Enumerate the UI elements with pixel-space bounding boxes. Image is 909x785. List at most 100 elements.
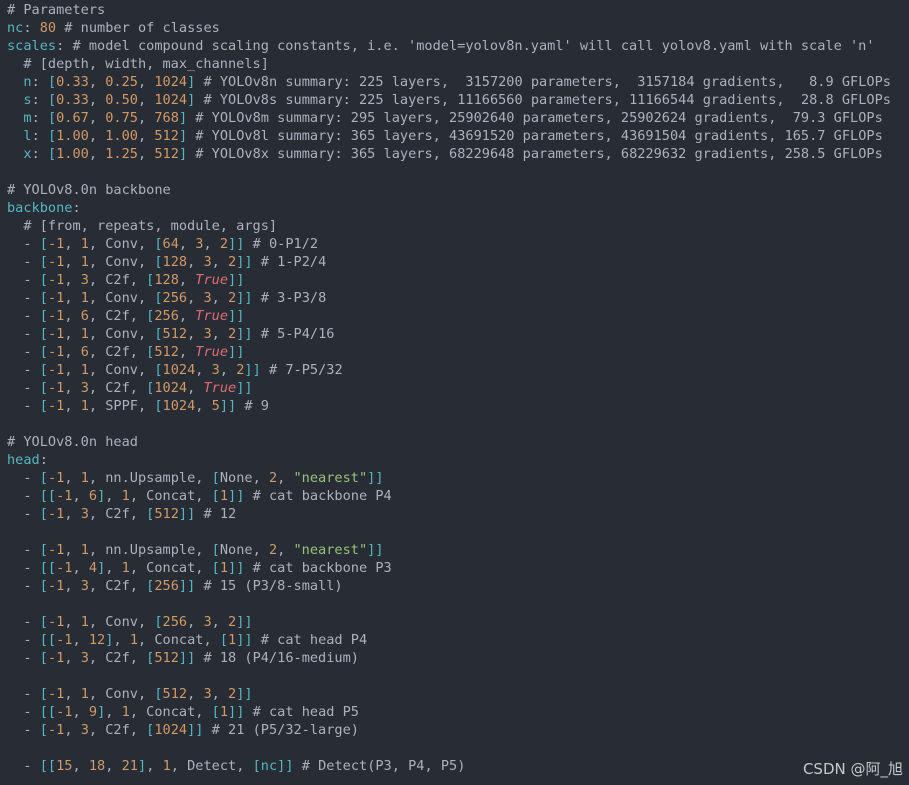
token-comment: # YOLOv8m summary: 295 layers, 25902640 … <box>187 110 883 126</box>
token-key: s <box>7 92 32 108</box>
token-text: : <box>31 128 48 144</box>
token-number: 1.00 <box>105 128 138 144</box>
token-bracket: [ <box>39 470 48 486</box>
code-line: # YOLOv8.0n backbone <box>7 181 891 199</box>
token-number: 15 <box>56 758 73 774</box>
token-text: , Detect, <box>170 758 253 774</box>
token-number: 0.33 <box>56 92 89 108</box>
token-bracket: [ <box>154 398 163 414</box>
token-key: nc <box>7 20 24 36</box>
token-text: , Conv, <box>88 236 155 252</box>
token-text: , C2f, <box>88 344 147 360</box>
token-bracket: ] <box>138 758 147 774</box>
token-bracket: [ <box>39 614 48 630</box>
token-number: 1 <box>80 290 89 306</box>
token-bracket: ]] <box>236 686 253 702</box>
token-comment: # model compound scaling constants, i.e.… <box>64 38 875 54</box>
token-number: 2 <box>268 542 278 558</box>
token-comment: # cat head P5 <box>244 704 359 720</box>
code-line: - [-1, 1, Conv, [512, 3, 2]] # 5-P4/16 <box>7 325 891 343</box>
token-text: , <box>146 758 163 774</box>
token-number: -1 <box>47 344 65 360</box>
token-text: , <box>88 74 106 90</box>
token-number: 1.25 <box>105 146 138 162</box>
token-bracket: [ <box>39 398 48 414</box>
token-key: n <box>7 74 32 90</box>
token-string-literal: "nearest" <box>293 470 368 486</box>
code-line: - [-1, 1, nn.Upsample, [None, 2, "neares… <box>7 469 891 487</box>
token-number: 80 <box>39 20 57 36</box>
token-number: 0.67 <box>56 110 89 126</box>
token-text: , nn.Upsample, <box>88 542 212 558</box>
code-line: - [[-1, 12], 1, Concat, [1]] # cat head … <box>7 631 891 649</box>
token-number: 21 <box>121 758 138 774</box>
token-bracket: ]] <box>236 290 253 306</box>
token-number: -1 <box>47 470 65 486</box>
token-comment: # YOLOv8n summary: 225 layers, 3157200 p… <box>195 74 891 90</box>
token-bracket: [ <box>39 578 48 594</box>
token-comment: # 0-P1/2 <box>244 236 319 252</box>
token-bracket: [ <box>39 650 48 666</box>
token-number: -1 <box>47 290 65 306</box>
token-text: - <box>7 254 40 270</box>
token-number: 256 <box>154 578 179 594</box>
token-text: : <box>31 74 48 90</box>
code-line: m: [0.67, 0.75, 768] # YOLOv8m summary: … <box>7 109 891 127</box>
code-editor[interactable]: # Parameters nc: 80 # number of classes sc… <box>0 0 909 785</box>
token-text: , <box>64 380 81 396</box>
token-bracket: ]] <box>178 650 196 666</box>
token-bracket: ]] <box>228 704 245 720</box>
token-number: 1 <box>121 560 130 576</box>
token-number: 1 <box>80 470 89 486</box>
token-key: m <box>7 110 32 126</box>
token-text: , <box>64 290 81 306</box>
token-comment: # [from, repeats, module, args] <box>7 218 278 234</box>
token-number: 6 <box>88 488 98 504</box>
token-bracket: ]] <box>219 398 237 414</box>
token-comment: # [depth, width, max_channels] <box>7 56 269 72</box>
code-block[interactable]: # Parameters nc: 80 # number of classes sc… <box>7 1 891 775</box>
token-text: , <box>187 686 204 702</box>
token-number: 1024 <box>154 722 188 738</box>
token-text: , <box>277 470 294 486</box>
token-bracket: [[ <box>39 758 57 774</box>
token-bracket: [ <box>39 236 48 252</box>
token-text: , <box>211 326 229 342</box>
token-bracket: [ <box>39 326 48 342</box>
code-line: - [-1, 3, C2f, [512]] # 18 (P4/16-medium… <box>7 649 891 667</box>
token-number: 1 <box>129 632 138 648</box>
token-text: , <box>64 398 81 414</box>
code-line: - [-1, 3, C2f, [1024]] # 21 (P5/32-large… <box>7 721 891 739</box>
token-text: , <box>138 146 155 162</box>
token-number: -1 <box>47 722 65 738</box>
token-text: - <box>7 470 40 486</box>
token-bracket: [ <box>154 236 163 252</box>
token-number: 1 <box>121 488 130 504</box>
code-line: - [-1, 1, Conv, [512, 3, 2]] <box>7 685 891 703</box>
token-bracket: [ <box>39 506 48 522</box>
token-bracket: ]] <box>367 542 384 558</box>
token-number: 1 <box>162 758 171 774</box>
token-number: 1 <box>219 488 229 504</box>
token-bracket: [ <box>211 560 220 576</box>
token-text: , <box>138 110 155 126</box>
token-number: 5 <box>211 398 220 414</box>
token-comment: # Parameters <box>7 2 106 18</box>
token-bracket: [ <box>39 686 48 702</box>
token-comment: # cat backbone P3 <box>244 560 392 576</box>
token-text: , SPPF, <box>88 398 155 414</box>
token-text: - <box>7 578 40 594</box>
token-number: 3 <box>203 254 212 270</box>
code-line: - [-1, 1, Conv, [1024, 3, 2]] # 7-P5/32 <box>7 361 891 379</box>
token-number: 512 <box>154 146 179 162</box>
token-text: , Concat, <box>129 488 212 504</box>
token-bracket: ] <box>178 146 188 162</box>
token-text: - <box>7 326 40 342</box>
token-key: head <box>7 452 40 468</box>
token-number: 3 <box>80 506 89 522</box>
token-number: 2 <box>228 254 237 270</box>
token-bracket: [ <box>47 74 57 90</box>
code-line: backbone: <box>7 199 891 217</box>
